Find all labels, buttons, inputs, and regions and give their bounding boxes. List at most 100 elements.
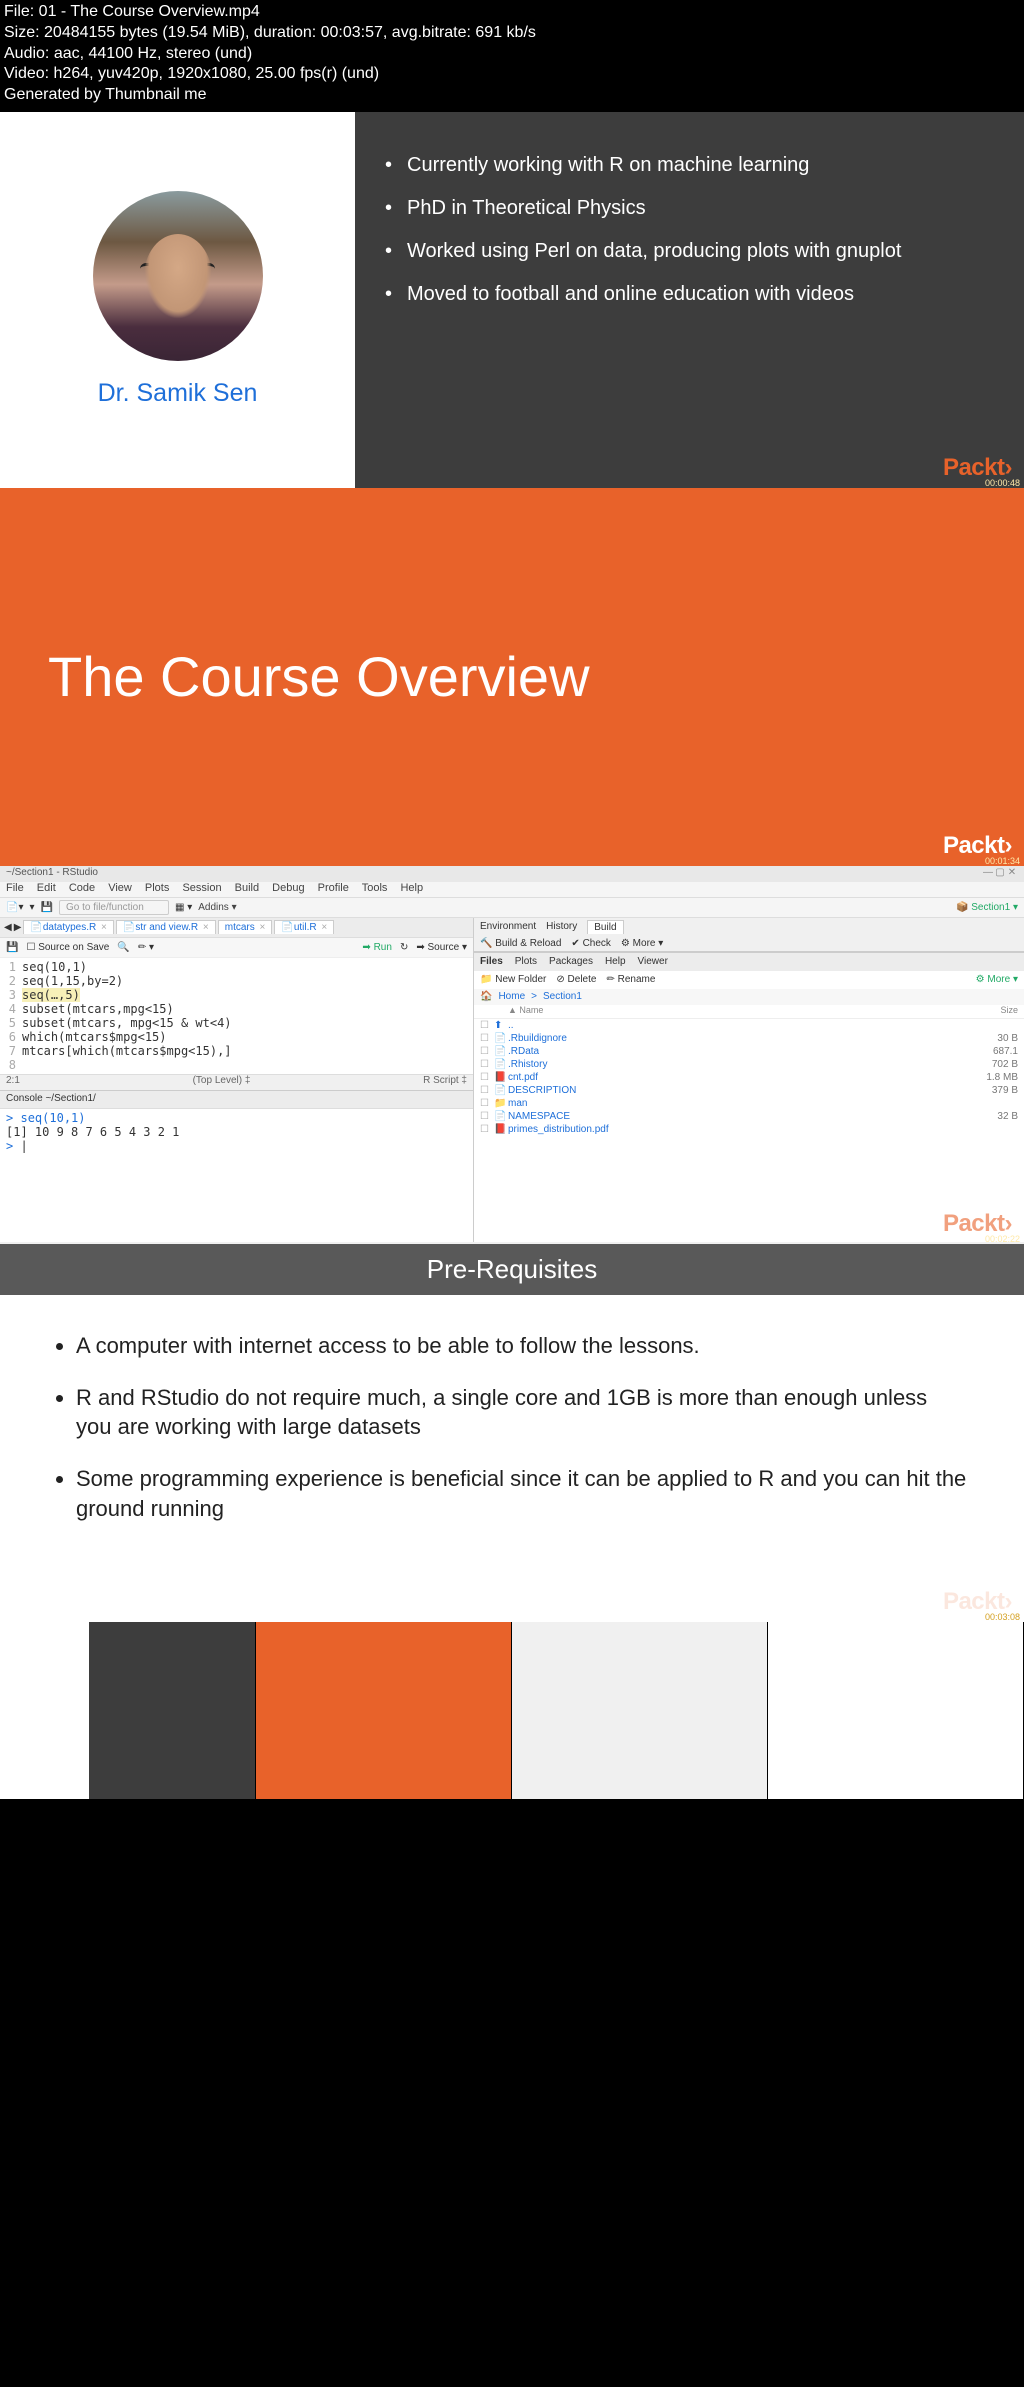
- menu-item[interactable]: Help: [400, 882, 423, 894]
- menu-item[interactable]: Session: [182, 882, 221, 894]
- files-tab[interactable]: Plots: [515, 956, 537, 967]
- console-header: Console ~/Section1/: [0, 1091, 473, 1109]
- files-tab[interactable]: Packages: [549, 956, 593, 967]
- bullet: Moved to football and online education w…: [385, 281, 994, 308]
- timestamp: 00:02:22: [985, 1234, 1020, 1244]
- path-breadcrumb[interactable]: 🏠 Home > Section1: [474, 989, 1024, 1005]
- list-item: A computer with internet access to be ab…: [76, 1331, 968, 1361]
- min-icon[interactable]: —: [982, 867, 994, 878]
- file-row[interactable]: ☐📁man: [474, 1097, 1024, 1110]
- slide-prerequisites: Pre-Requisites A computer with internet …: [0, 1244, 1024, 1622]
- goto-input[interactable]: Go to file/function: [59, 900, 169, 915]
- file-row[interactable]: ☐📄.RData687.1: [474, 1045, 1024, 1058]
- file-row[interactable]: ☐📕primes_distribution.pdf: [474, 1123, 1024, 1136]
- section-heading: Pre-Requisites: [0, 1244, 1024, 1295]
- author-bullets-panel: Currently working with R on machine lear…: [355, 112, 1024, 488]
- build-reload-button[interactable]: 🔨 Build & Reload: [480, 938, 561, 949]
- delete-button[interactable]: ⊘ Delete: [556, 974, 596, 985]
- file-row[interactable]: ☐📄DESCRIPTION379 B: [474, 1084, 1024, 1097]
- console-pane: Console ~/Section1/ > seq(10,1) [1] 10 9…: [0, 1091, 473, 1242]
- file-row[interactable]: ☐📄NAMESPACE32 B: [474, 1110, 1024, 1123]
- list-item: R and RStudio do not require much, a sin…: [76, 1383, 968, 1442]
- menu-item[interactable]: View: [108, 882, 132, 894]
- main-toolbar: 📄▾ ▾ 💾 Go to file/function ▦ ▾ Addins ▾ …: [0, 898, 1024, 918]
- console-body[interactable]: > seq(10,1) [1] 10 9 8 7 6 5 4 3 2 1 > |: [0, 1109, 473, 1242]
- files-tab[interactable]: Files: [480, 956, 503, 967]
- wand-icon[interactable]: 🔍: [117, 942, 129, 953]
- editor-tabs: ◀▶ 📄datatypes.R × 📄str and view.R × mtca…: [0, 918, 473, 938]
- close-icon[interactable]: ✕: [1006, 867, 1018, 878]
- fwd-icon[interactable]: ▶: [14, 922, 22, 933]
- env-tab[interactable]: Build: [587, 920, 623, 934]
- project-label[interactable]: 📦 Section1 ▾: [956, 902, 1018, 913]
- bullet: Worked using Perl on data, producing plo…: [385, 238, 994, 265]
- meta-gen: Generated by Thumbnail me: [4, 85, 1020, 106]
- menu-item[interactable]: Plots: [145, 882, 169, 894]
- menu-item[interactable]: File: [6, 882, 24, 894]
- file-row[interactable]: ☐📕cnt.pdf1.8 MB: [474, 1071, 1024, 1084]
- files-toolbar: 📁 New Folder ⊘ Delete ✏ Rename ⚙ More ▾: [474, 971, 1024, 989]
- home-icon[interactable]: 🏠: [480, 991, 492, 1002]
- new-icon[interactable]: 📄▾: [6, 902, 23, 913]
- scope[interactable]: (Top Level) ‡: [193, 1075, 251, 1090]
- thumbnail-strip: [0, 1622, 1024, 1799]
- thumb: [512, 1622, 768, 1799]
- filetype[interactable]: R Script ‡: [423, 1075, 467, 1090]
- files-tab[interactable]: Viewer: [638, 956, 668, 967]
- more-button[interactable]: ⚙ More ▾: [621, 938, 663, 949]
- menu-item[interactable]: Build: [235, 882, 259, 894]
- prereq-list: A computer with internet access to be ab…: [0, 1295, 1024, 1523]
- file-row[interactable]: ☐⬆..: [474, 1019, 1024, 1032]
- menu-item[interactable]: Profile: [318, 882, 349, 894]
- menu-item[interactable]: Debug: [272, 882, 304, 894]
- window-titlebar: ~/Section1 - RStudio —▢✕: [0, 866, 1024, 882]
- save-icon[interactable]: 💾: [41, 902, 53, 913]
- editor-tab[interactable]: mtcars ×: [218, 920, 273, 934]
- thumb: [768, 1622, 1024, 1799]
- more-button[interactable]: ⚙ More ▾: [976, 974, 1018, 985]
- file-row[interactable]: ☐📄.Rhistory702 B: [474, 1058, 1024, 1071]
- run-button[interactable]: ➡ Run: [362, 942, 392, 953]
- files-tab[interactable]: Help: [605, 956, 626, 967]
- editor-tab[interactable]: 📄util.R ×: [274, 920, 334, 934]
- editor-pane: ◀▶ 📄datatypes.R × 📄str and view.R × mtca…: [0, 918, 473, 1091]
- code-editor[interactable]: 1seq(10,1) 2seq(1,15,by=2) 3seq(…,5) 4su…: [0, 958, 473, 1074]
- env-tab[interactable]: History: [546, 921, 577, 932]
- bullet: PhD in Theoretical Physics: [385, 195, 994, 222]
- cursor-pos: 2:1: [6, 1075, 20, 1090]
- addins-menu[interactable]: Addins ▾: [198, 902, 236, 913]
- author-panel: Dr. Samik Sen: [0, 112, 355, 488]
- menu-item[interactable]: Tools: [362, 882, 388, 894]
- timestamp: 00:01:34: [985, 856, 1020, 866]
- grid-icon[interactable]: ▦ ▾: [175, 902, 192, 913]
- meta-file: File: 01 - The Course Overview.mp4: [4, 2, 1020, 23]
- source-button[interactable]: ➡ Source ▾: [416, 942, 467, 953]
- check-button[interactable]: ✔ Check: [571, 938, 611, 949]
- editor-tab[interactable]: 📄str and view.R ×: [116, 920, 216, 934]
- env-tab[interactable]: Environment: [480, 921, 536, 932]
- file-row[interactable]: ☐📄.Rbuildignore30 B: [474, 1032, 1024, 1045]
- bullet: Currently working with R on machine lear…: [385, 152, 994, 179]
- rerun-icon[interactable]: ↻: [400, 942, 408, 953]
- open-icon[interactable]: ▾: [29, 902, 34, 913]
- wand-icon[interactable]: ✏ ▾: [138, 942, 154, 953]
- editor-tab[interactable]: 📄datatypes.R ×: [23, 920, 113, 934]
- build-toolbar: 🔨 Build & Reload ✔ Check ⚙ More ▾: [474, 936, 1024, 952]
- video-metadata: File: 01 - The Course Overview.mp4 Size:…: [0, 0, 1024, 108]
- menu-item[interactable]: Code: [69, 882, 95, 894]
- list-item: Some programming experience is beneficia…: [76, 1464, 968, 1523]
- back-icon[interactable]: ◀: [4, 922, 12, 933]
- rename-button[interactable]: ✏ Rename: [606, 974, 655, 985]
- files-pane: Files Plots Packages Help Viewer 📁 New F…: [474, 952, 1024, 1242]
- editor-toolbar: 💾 ☐ Source on Save 🔍 ✏ ▾ ➡ Run ↻ ➡ Sourc…: [0, 938, 473, 958]
- new-folder-button[interactable]: 📁 New Folder: [480, 974, 546, 985]
- menu-bar[interactable]: File Edit Code View Plots Session Build …: [0, 882, 1024, 898]
- env-tabs: Environment History Build: [474, 918, 1024, 936]
- meta-video: Video: h264, yuv420p, 1920x1080, 25.00 f…: [4, 64, 1020, 85]
- save-icon[interactable]: 💾: [6, 942, 18, 953]
- window-buttons: —▢✕: [982, 867, 1018, 881]
- author-bullets: Currently working with R on machine lear…: [385, 152, 994, 308]
- source-on-save[interactable]: ☐ Source on Save: [26, 942, 109, 953]
- max-icon[interactable]: ▢: [994, 867, 1006, 878]
- menu-item[interactable]: Edit: [37, 882, 56, 894]
